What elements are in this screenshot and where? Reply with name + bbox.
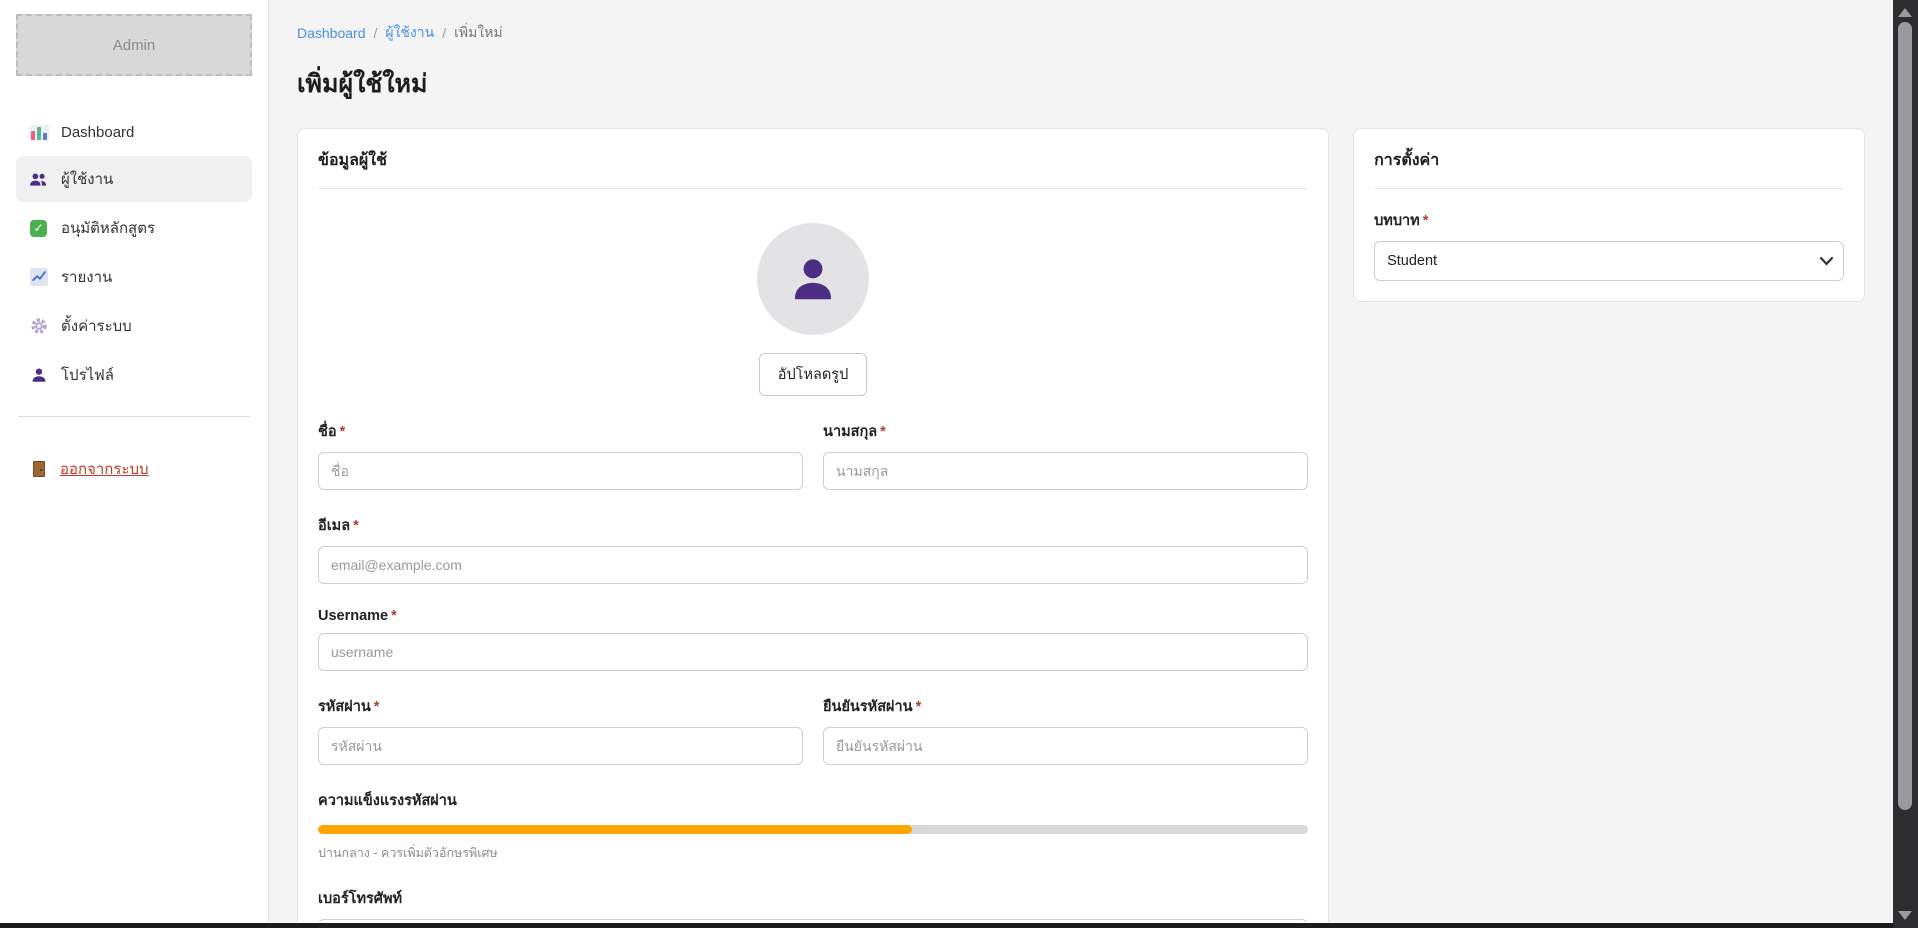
password-strength-track: [318, 825, 1308, 834]
logout-link[interactable]: ออกจากระบบ: [16, 447, 252, 491]
avatar: [757, 223, 869, 335]
sidebar-menu: Dashboard ผู้ใช้งาน ✓ อนุมัติหลักสูตร: [16, 112, 252, 398]
upload-photo-button[interactable]: อัปโหลดรูป: [759, 353, 868, 396]
confirm-password-field[interactable]: [823, 727, 1308, 765]
window-bottom-edge: [0, 923, 1893, 928]
confirm-password-label: ยืนยันรหัสผ่าน*: [823, 695, 1308, 718]
required-asterisk: *: [1423, 213, 1429, 229]
sidebar-item-label: รายงาน: [61, 265, 112, 289]
sidebar-item-approve-courses[interactable]: ✓ อนุมัติหลักสูตร: [16, 205, 252, 251]
sidebar-item-profile[interactable]: โปรไฟล์: [16, 352, 252, 398]
password-label: รหัสผ่าน*: [318, 695, 803, 718]
dashboard-icon: [29, 123, 48, 142]
avatar-person-icon: [786, 252, 840, 306]
profile-person-icon: [29, 366, 48, 385]
first-name-field[interactable]: [318, 452, 803, 490]
required-asterisk: *: [374, 699, 380, 715]
email-field[interactable]: [318, 546, 1308, 584]
password-strength-fill: [318, 825, 912, 834]
email-label: อีเมล*: [318, 514, 1308, 537]
phone-field[interactable]: [318, 919, 1308, 922]
brand-logo-placeholder: Admin: [16, 14, 252, 76]
last-name-field[interactable]: [823, 452, 1308, 490]
settings-gear-icon: [29, 317, 48, 336]
phone-label: เบอร์โทรศัพท์: [318, 887, 1308, 910]
role-select[interactable]: Student: [1374, 241, 1844, 281]
logout-label: ออกจากระบบ: [60, 457, 149, 481]
scrollbar-up-arrow-icon[interactable]: [1898, 8, 1912, 17]
sidebar-item-users[interactable]: ผู้ใช้งาน: [16, 156, 252, 202]
required-asterisk: *: [353, 518, 359, 534]
users-icon: [29, 170, 48, 189]
breadcrumb-separator: /: [374, 25, 378, 41]
breadcrumb-link-users[interactable]: ผู้ใช้งาน: [385, 22, 434, 44]
first-name-label: ชื่อ*: [318, 420, 803, 443]
settings-card-title: การตั้งค่า: [1354, 129, 1864, 188]
scrollbar-down-arrow-icon[interactable]: [1898, 911, 1912, 920]
sidebar-item-reports[interactable]: รายงาน: [16, 254, 252, 300]
app-window: Admin Dashboard ผู้ใช้งาน: [0, 0, 1893, 922]
sidebar-item-label: Dashboard: [61, 124, 134, 141]
required-asterisk: *: [340, 424, 346, 440]
required-asterisk: *: [880, 424, 886, 440]
sidebar-divider: [18, 416, 250, 417]
page-title: เพิ่มผู้ใช้ใหม่: [297, 64, 1865, 104]
user-info-card-title: ข้อมูลผู้ใช้: [298, 129, 1328, 188]
password-strength-label: ความแข็งแรงรหัสผ่าน: [318, 789, 1308, 812]
password-strength-hint: ปานกลาง - ควรเพิ่มตัวอักษรพิเศษ: [318, 843, 1308, 863]
sidebar-item-dashboard[interactable]: Dashboard: [16, 112, 252, 153]
sidebar-item-label: ผู้ใช้งาน: [61, 167, 113, 191]
approve-check-icon: ✓: [29, 219, 48, 238]
required-asterisk: *: [391, 608, 397, 624]
sidebar-item-label: โปรไฟล์: [61, 363, 114, 387]
scrollbar-thumb[interactable]: [1898, 22, 1912, 810]
brand-label: Admin: [113, 37, 156, 54]
vertical-scrollbar[interactable]: [1893, 0, 1918, 928]
breadcrumb-separator: /: [442, 25, 446, 41]
required-asterisk: *: [916, 699, 922, 715]
sidebar-item-label: ตั้งค่าระบบ: [61, 314, 132, 338]
password-field[interactable]: [318, 727, 803, 765]
main-content: Dashboard / ผู้ใช้งาน / เพิ่มใหม่ เพิ่มผ…: [269, 0, 1893, 922]
username-label: Username*: [318, 608, 1308, 624]
last-name-label: นามสกุล*: [823, 420, 1308, 443]
username-field[interactable]: [318, 633, 1308, 671]
sidebar-item-system-settings[interactable]: ตั้งค่าระบบ: [16, 303, 252, 349]
reports-chart-icon: [29, 268, 48, 287]
settings-card: การตั้งค่า บทบาท* Student: [1353, 128, 1865, 302]
logout-door-icon: [29, 460, 48, 479]
user-info-card: ข้อมูลผู้ใช้ อัปโหลดรูป: [297, 128, 1329, 922]
breadcrumb: Dashboard / ผู้ใช้งาน / เพิ่มใหม่: [297, 22, 1865, 44]
breadcrumb-current: เพิ่มใหม่: [454, 22, 503, 44]
breadcrumb-link-dashboard[interactable]: Dashboard: [297, 25, 366, 41]
role-label: บทบาท*: [1374, 209, 1844, 232]
sidebar: Admin Dashboard ผู้ใช้งาน: [0, 0, 269, 922]
sidebar-item-label: อนุมัติหลักสูตร: [61, 216, 155, 240]
